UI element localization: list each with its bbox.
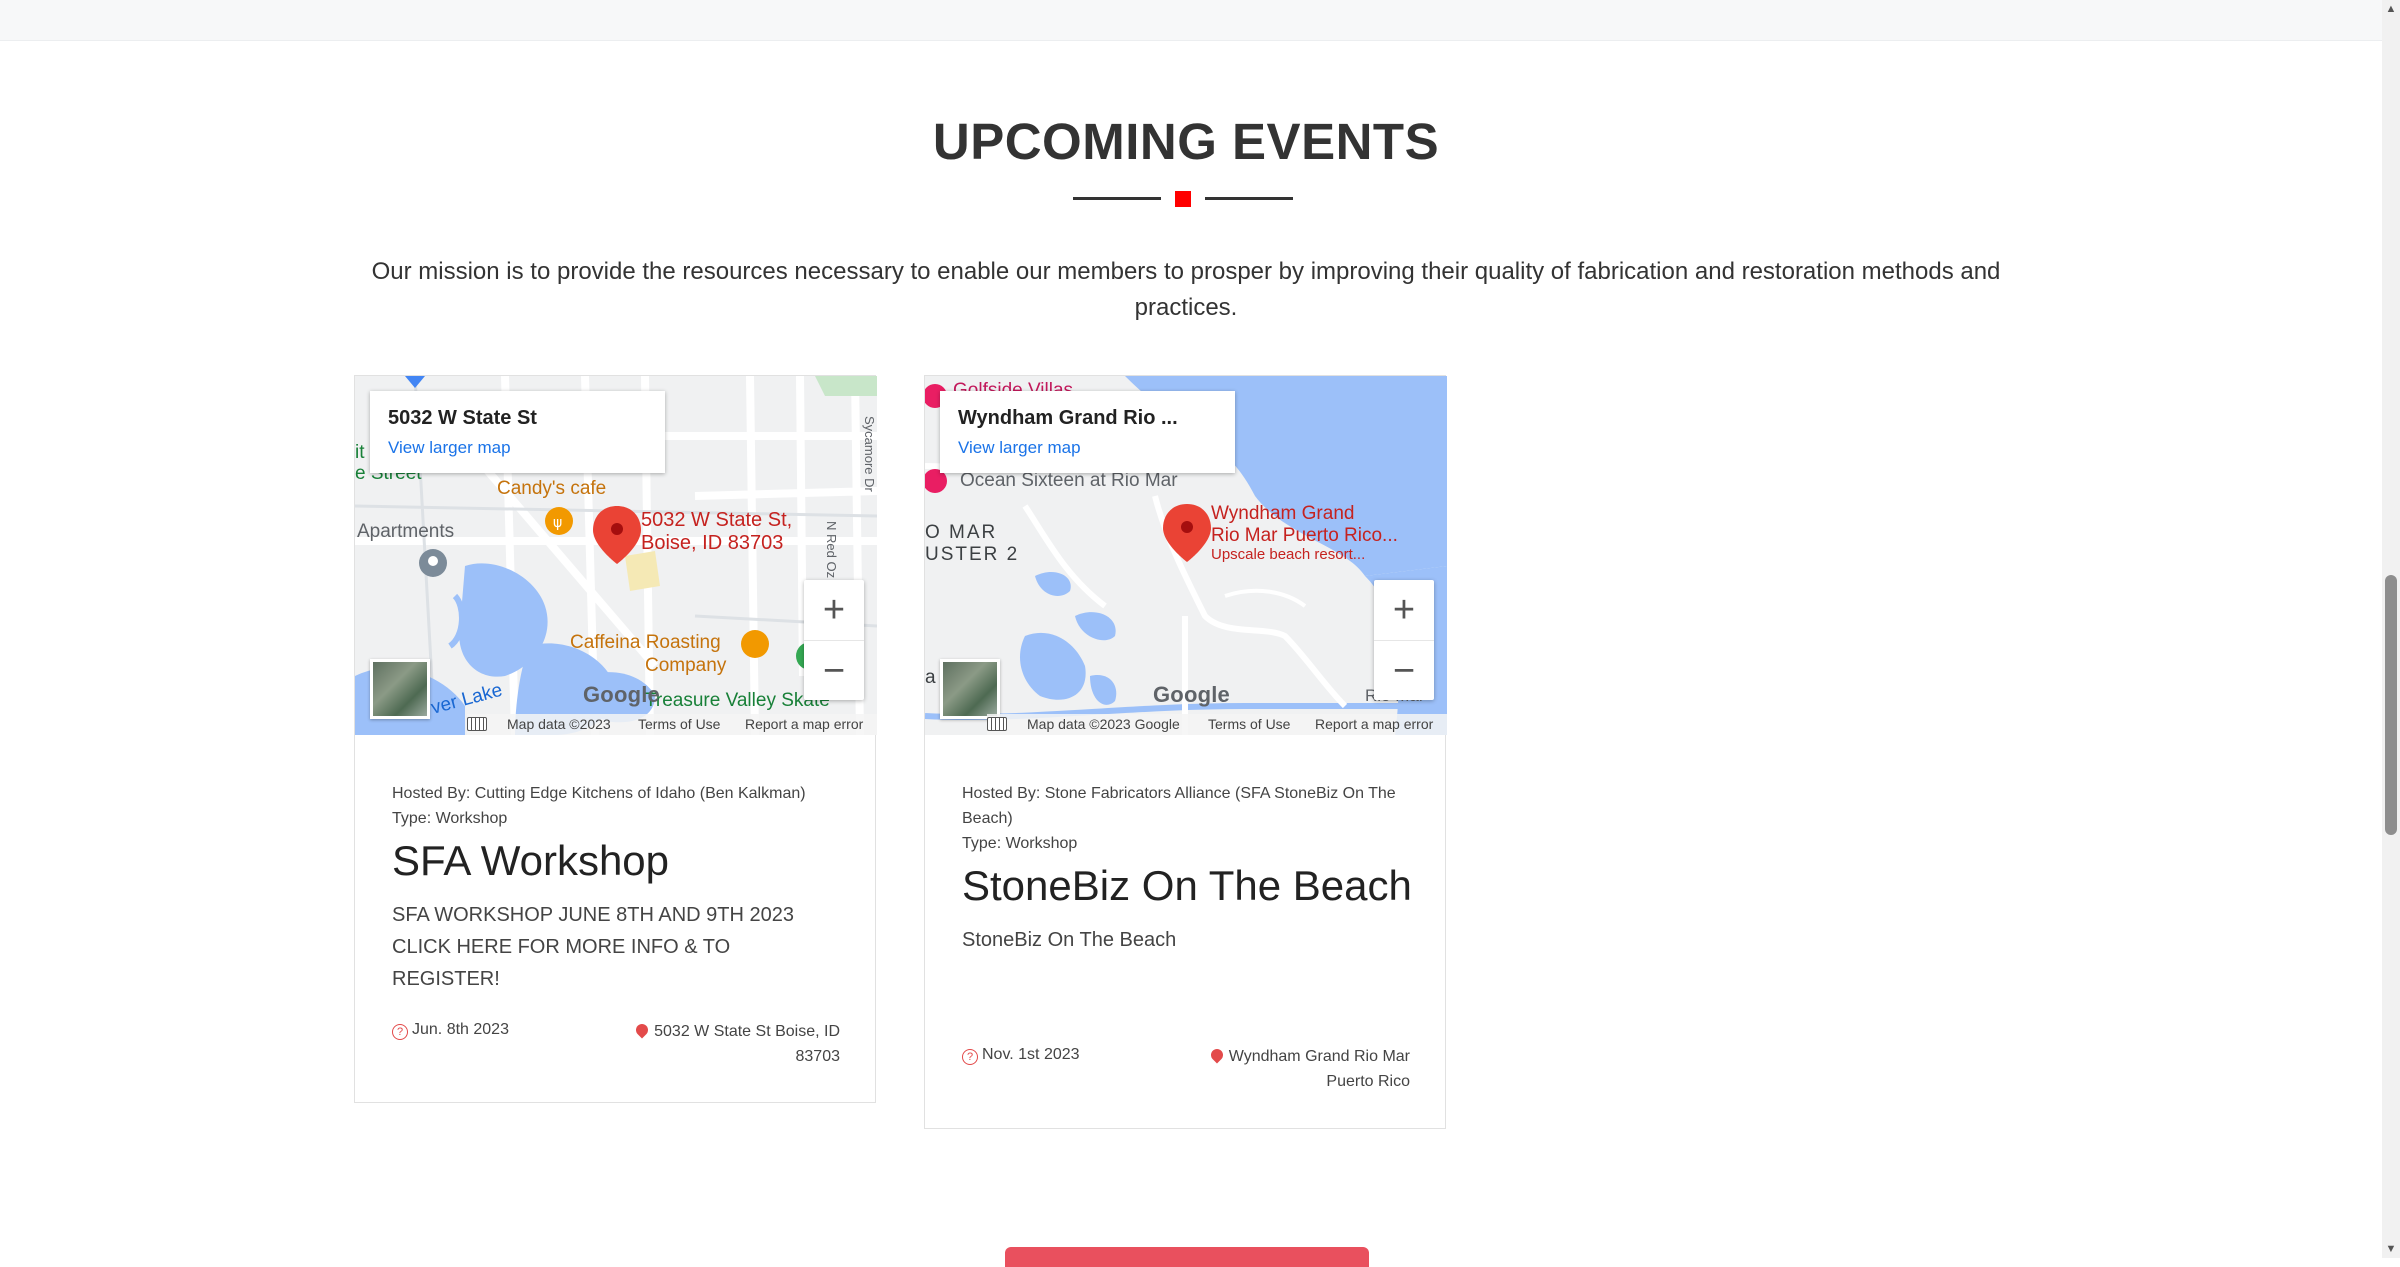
event-desc-line: SFA WORKSHOP JUNE 8TH AND 9TH 2023 bbox=[392, 904, 794, 926]
report-map-error-link[interactable]: Report a map error bbox=[745, 716, 863, 732]
map-label-caffeina2: Company bbox=[645, 655, 727, 676]
view-all-events-button[interactable] bbox=[1005, 1247, 1369, 1267]
report-map-error-link[interactable]: Report a map error bbox=[1315, 716, 1433, 732]
event-date-text: Nov. 1st 2023 bbox=[982, 1046, 1080, 1063]
zoom-in-icon[interactable]: + bbox=[804, 580, 864, 640]
event-location-line: Puerto Rico bbox=[1326, 1073, 1410, 1090]
title-divider-right bbox=[1205, 197, 1293, 200]
map-place-title: Wyndham Grand Rio ... bbox=[958, 407, 1178, 429]
map-label-pin-line2: Boise, ID 83703 bbox=[641, 532, 783, 554]
map-label-it: it bbox=[355, 442, 365, 463]
map-label-treasure: Treasure Valley Skate bbox=[645, 690, 830, 711]
map-label-pin-line2: Rio Mar Puerto Rico... bbox=[1211, 525, 1398, 546]
map-label-apartments: Apartments bbox=[357, 521, 454, 542]
keyboard-icon[interactable] bbox=[467, 717, 487, 731]
event-map[interactable]: Ocean Sixteen at Rio Mar Golfside Villas… bbox=[925, 376, 1447, 735]
event-host: Hosted By: Cutting Edge Kitchens of Idah… bbox=[392, 785, 806, 802]
map-label-ocean: Ocean Sixteen at Rio Mar bbox=[960, 470, 1178, 491]
terms-of-use-link[interactable]: Terms of Use bbox=[1208, 716, 1290, 732]
scroll-up-arrow-icon[interactable]: ▲ bbox=[2382, 0, 2400, 18]
event-body: Hosted By: Stone Fabricators Alliance (S… bbox=[962, 781, 1412, 956]
map-label-candys: Candy's cafe bbox=[497, 478, 606, 499]
keyboard-icon[interactable] bbox=[987, 717, 1007, 731]
map-label-uster: USTER 2 bbox=[925, 544, 1019, 565]
map-data-text: Map data ©2023 bbox=[507, 716, 611, 732]
event-date: ? Nov. 1st 2023 bbox=[962, 1046, 1080, 1065]
page-scrollbar[interactable]: ▲ ▼ bbox=[2382, 0, 2400, 1258]
event-desc-line: CLICK HERE FOR MORE INFO & TO REGISTER! bbox=[392, 936, 731, 990]
event-title[interactable]: SFA Workshop bbox=[392, 833, 838, 889]
map-label-pin-line1: 5032 W State St, bbox=[641, 509, 792, 531]
event-map[interactable]: ψ Candy's cafe 5032 W State St, Boise, I… bbox=[355, 376, 877, 735]
event-card: ψ Candy's cafe 5032 W State St, Boise, I… bbox=[354, 375, 877, 1103]
map-label-omar: O MAR bbox=[925, 522, 997, 543]
map-label-pin-line1: Wyndham Grand bbox=[1211, 503, 1354, 524]
event-location-line: 5032 W State St Boise, ID bbox=[654, 1023, 840, 1040]
event-location-line: 83703 bbox=[795, 1048, 841, 1065]
satellite-toggle[interactable] bbox=[940, 659, 1000, 719]
map-label-sycamore: Sycamore Dr bbox=[862, 416, 877, 493]
map-data-text: Map data ©2023 Google bbox=[1027, 716, 1180, 732]
event-card: Ocean Sixteen at Rio Mar Golfside Villas… bbox=[924, 375, 1447, 1129]
terms-of-use-link[interactable]: Terms of Use bbox=[638, 716, 720, 732]
zoom-in-icon[interactable]: + bbox=[1374, 580, 1434, 640]
view-larger-map-link[interactable]: View larger map bbox=[958, 438, 1081, 458]
zoom-out-icon[interactable]: − bbox=[1374, 640, 1434, 701]
map-info-window: Wyndham Grand Rio ... View larger map bbox=[940, 391, 1235, 473]
section-title: UPCOMING EVENTS bbox=[932, 113, 1440, 170]
map-label-nred: N Red Oz bbox=[824, 521, 839, 578]
map-pin-icon bbox=[633, 1021, 651, 1039]
event-type: Type: Workshop bbox=[962, 835, 1078, 852]
satellite-toggle[interactable] bbox=[370, 659, 430, 719]
question-circle-icon: ? bbox=[392, 1024, 408, 1040]
event-body: Hosted By: Cutting Edge Kitchens of Idah… bbox=[392, 781, 838, 995]
event-date: ? Jun. 8th 2023 bbox=[392, 1021, 509, 1040]
event-location-line: Wyndham Grand Rio Mar bbox=[1228, 1048, 1410, 1065]
map-pin-icon bbox=[1208, 1046, 1226, 1064]
event-host: Hosted By: Stone Fabricators Alliance (S… bbox=[962, 785, 1396, 827]
mission-text: Our mission is to provide the resources … bbox=[371, 258, 2001, 321]
map-attribution: Map data ©2023 Google Terms of Use Repor… bbox=[925, 714, 1447, 735]
top-band bbox=[0, 0, 2382, 41]
map-place-title: 5032 W State St bbox=[388, 407, 537, 429]
svg-text:ψ: ψ bbox=[553, 515, 562, 531]
event-title[interactable]: StoneBiz On The Beach bbox=[962, 858, 1412, 914]
event-location: 5032 W State St Boise, ID 83703 bbox=[610, 1019, 840, 1069]
title-divider-square bbox=[1175, 191, 1191, 207]
event-date-text: Jun. 8th 2023 bbox=[412, 1021, 509, 1038]
map-label-pin-line3: Upscale beach resort... bbox=[1211, 546, 1365, 563]
map-zoom-controls: + − bbox=[804, 580, 864, 700]
map-info-window: 5032 W State St View larger map bbox=[370, 391, 665, 473]
scroll-down-arrow-icon[interactable]: ▼ bbox=[2382, 1240, 2400, 1258]
map-label-caffeina1: Caffeina Roasting bbox=[570, 632, 721, 653]
zoom-out-icon[interactable]: − bbox=[804, 640, 864, 701]
google-logo: Google bbox=[583, 682, 660, 707]
title-divider-left bbox=[1073, 197, 1161, 200]
event-description[interactable]: StoneBiz On The Beach bbox=[962, 924, 1408, 956]
scroll-thumb[interactable] bbox=[2385, 575, 2397, 835]
map-zoom-controls: + − bbox=[1374, 580, 1434, 700]
event-type: Type: Workshop bbox=[392, 810, 508, 827]
event-desc-line: StoneBiz On The Beach bbox=[962, 929, 1177, 951]
view-larger-map-link[interactable]: View larger map bbox=[388, 438, 511, 458]
google-logo: Google bbox=[1153, 682, 1230, 707]
map-attribution: Map data ©2023 Terms of Use Report a map… bbox=[355, 714, 877, 735]
event-location: Wyndham Grand Rio Mar Puerto Rico bbox=[1180, 1044, 1410, 1094]
event-description[interactable]: SFA WORKSHOP JUNE 8TH AND 9TH 2023 CLICK… bbox=[392, 899, 838, 995]
question-circle-icon: ? bbox=[962, 1049, 978, 1065]
